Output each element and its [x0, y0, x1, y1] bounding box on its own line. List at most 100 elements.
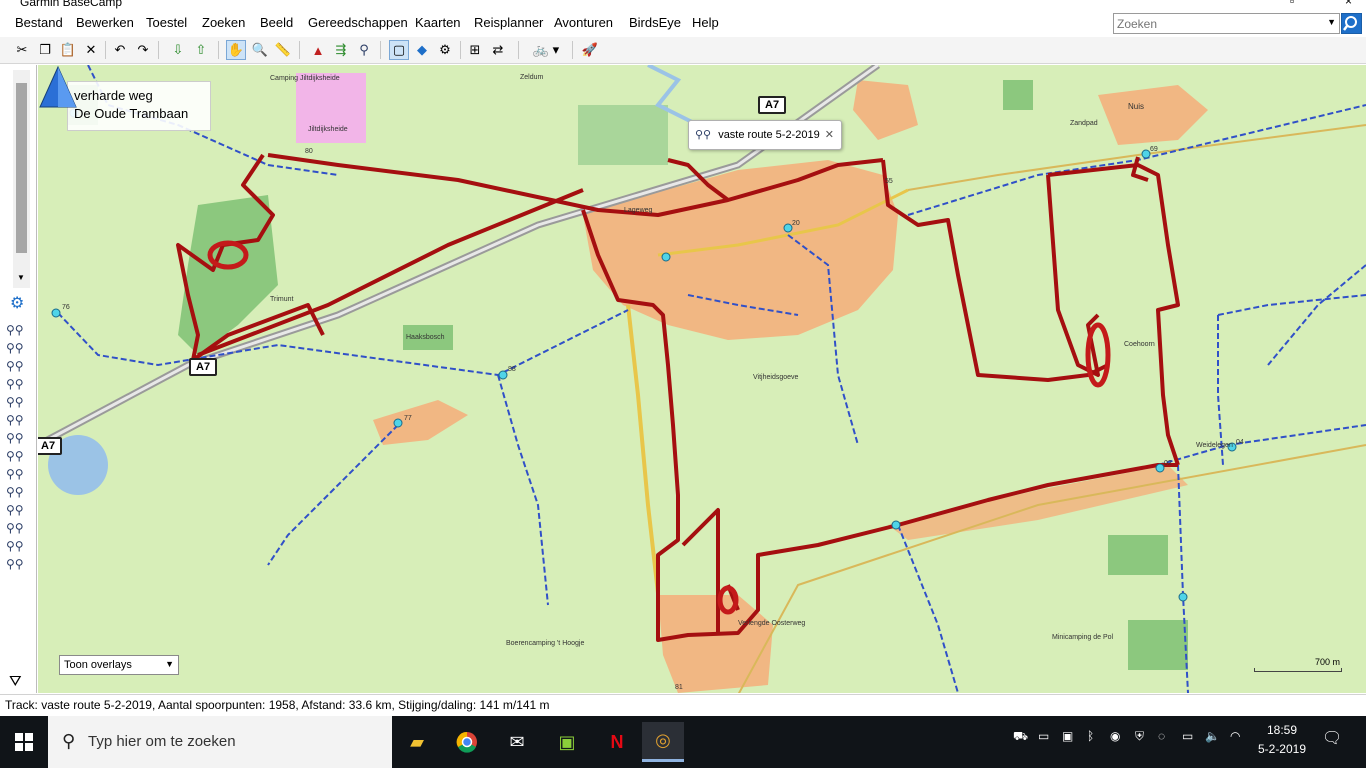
chevron-down-icon[interactable]: ▼: [165, 659, 174, 669]
menu-zoeken[interactable]: Zoeken: [202, 15, 245, 30]
measure-tool-icon[interactable]: 📏: [273, 40, 293, 60]
menu-reisplanner[interactable]: Reisplanner: [474, 15, 543, 30]
track-list-icon[interactable]: ⚲⚲: [6, 413, 28, 427]
track-list-icon[interactable]: ⚲⚲: [6, 431, 28, 445]
motorway-shield: A7: [189, 358, 218, 376]
motorway-shield: A7: [758, 96, 787, 114]
maximize-button[interactable]: ▫: [1290, 0, 1294, 8]
track-list-icon[interactable]: ⚲⚲: [6, 557, 28, 571]
map-label: Jiltdijksheide: [308, 126, 348, 133]
redo-icon[interactable]: ↷: [133, 40, 153, 60]
track-list-icon[interactable]: ⚲⚲: [6, 539, 28, 553]
chevron-down-icon[interactable]: ▼: [1327, 17, 1336, 27]
new-waypoint-icon[interactable]: ▲: [308, 40, 328, 60]
search-icon: ⚲: [62, 731, 76, 751]
map-label: 55: [885, 178, 893, 185]
search-box[interactable]: ▼: [1113, 13, 1340, 34]
tray-icon[interactable]: ◉: [1110, 729, 1120, 743]
map-label: 02: [1164, 460, 1172, 467]
delete-icon[interactable]: ✕: [81, 40, 101, 60]
menu-toestel[interactable]: Toestel: [146, 15, 187, 30]
main-road: [626, 304, 660, 594]
search-button[interactable]: [1341, 13, 1362, 34]
mail-icon[interactable]: ✉: [496, 722, 538, 762]
activity-profile-select[interactable]: 🚲 ▾: [527, 40, 565, 60]
receive-from-device-icon[interactable]: ⇩: [168, 40, 188, 60]
track-list-icon[interactable]: ⚲⚲: [6, 449, 28, 463]
track-list-icon[interactable]: ⚲⚲: [6, 503, 28, 517]
notification-icon[interactable]: 🗨: [1322, 728, 1342, 748]
paste-icon[interactable]: 📋: [58, 40, 78, 60]
hand-tool-icon[interactable]: ✋: [226, 40, 246, 60]
close-icon[interactable]: ✕: [825, 128, 834, 141]
map-view[interactable]: Camping Jiltdijksheide Jiltdijksheide Ze…: [38, 65, 1366, 693]
zoom-tool-icon[interactable]: 🔍: [250, 40, 270, 60]
menu-bestand[interactable]: Bestand: [15, 15, 63, 30]
wifi-icon[interactable]: ◠: [1230, 729, 1240, 743]
taskbar-clock[interactable]: 18:59 5-2-2019: [1252, 721, 1312, 759]
builtup-area: [853, 80, 918, 140]
map-canvas[interactable]: Camping Jiltdijksheide Jiltdijksheide Ze…: [38, 65, 1366, 693]
tray-icon[interactable]: ◌: [1158, 729, 1165, 743]
map-label: Lageweg: [624, 207, 653, 214]
menu-kaarten[interactable]: Kaarten: [415, 15, 461, 30]
overlays-dropdown[interactable]: Toon overlays ▼: [59, 655, 179, 675]
track-list-icon[interactable]: ⚲⚲: [6, 467, 28, 481]
volume-icon[interactable]: 🔈: [1205, 729, 1220, 743]
netflix-icon[interactable]: N: [596, 722, 638, 762]
new-route-icon[interactable]: ⇶: [331, 40, 351, 60]
basecamp-icon[interactable]: ◎: [642, 722, 684, 762]
filter-icon[interactable]: ⛛: [9, 673, 22, 690]
garmin-express-icon[interactable]: ▣: [546, 722, 588, 762]
chrome-icon[interactable]: [446, 722, 488, 762]
scroll-down-icon[interactable]: ▼: [17, 273, 25, 282]
north-arrow-icon[interactable]: [38, 65, 78, 109]
gear-icon[interactable]: ⚙: [10, 293, 24, 313]
menu-beeld[interactable]: Beeld: [260, 15, 293, 30]
taskbar-search[interactable]: ⚲ Typ hier om te zoeken: [48, 716, 392, 768]
split-view-icon[interactable]: ⇄: [488, 40, 508, 60]
search-input[interactable]: [1114, 14, 1314, 33]
road-type-label: verharde weg: [74, 88, 153, 103]
send-to-device-icon[interactable]: ⇧: [191, 40, 211, 60]
menu-gereedschappen[interactable]: Gereedschappen: [308, 15, 408, 30]
track-list-icon[interactable]: ⚲⚲: [6, 359, 28, 373]
start-button[interactable]: [0, 716, 48, 768]
network-drive-icon[interactable]: ⛟: [1013, 729, 1028, 745]
bluetooth-icon[interactable]: ᛒ: [1087, 729, 1094, 743]
forest: [578, 105, 668, 165]
security-icon[interactable]: ⛨: [1135, 729, 1144, 744]
tray-icon[interactable]: ▣: [1062, 729, 1073, 743]
file-explorer-icon[interactable]: ▰: [396, 722, 438, 762]
new-track-icon[interactable]: ⚲: [354, 40, 374, 60]
map-label: 20: [792, 220, 800, 227]
menu-help[interactable]: Help: [692, 15, 719, 30]
menu-bewerken[interactable]: Bewerken: [76, 15, 134, 30]
battery-icon[interactable]: ▭: [1182, 729, 1193, 743]
track-list-icon[interactable]: ⚲⚲: [6, 377, 28, 391]
menu-avonturen[interactable]: Avonturen: [554, 15, 613, 30]
adventure-icon[interactable]: 🚀: [580, 40, 600, 60]
fit-view-icon[interactable]: ⊞: [465, 40, 485, 60]
close-window-button[interactable]: ×: [1345, 0, 1352, 8]
cut-icon[interactable]: ✂: [12, 40, 32, 60]
track-list-icon[interactable]: ⚲⚲: [6, 521, 28, 535]
3d-view-icon[interactable]: ◆: [412, 40, 432, 60]
track-tooltip[interactable]: ⚲⚲ vaste route 5-2-2019 ✕: [688, 120, 842, 150]
map-label: Nuis: [1128, 102, 1144, 111]
track-list-icon[interactable]: ⚲⚲: [6, 341, 28, 355]
motorway-shield: A7: [38, 437, 63, 455]
copy-icon[interactable]: ❐: [35, 40, 55, 60]
track-list-icon[interactable]: ⚲⚲: [6, 485, 28, 499]
track-list-icon[interactable]: ⚲⚲: [6, 323, 28, 337]
undo-icon[interactable]: ↶: [110, 40, 130, 60]
tray-icon[interactable]: ▭: [1038, 729, 1049, 743]
scrollbar-thumb[interactable]: [16, 83, 27, 253]
map-settings-icon[interactable]: ⚙: [435, 40, 455, 60]
menu-birdseye[interactable]: BirdsEye: [629, 15, 681, 30]
map-label: Camping Jiltdijksheide: [270, 75, 340, 82]
track-list-icon[interactable]: ⚲⚲: [6, 395, 28, 409]
map-label: Minicamping de Pol: [1052, 634, 1114, 641]
2d-view-icon[interactable]: ▢: [389, 40, 409, 60]
library-panel: ▲ ▼ ⚙ ⚲⚲ ⚲⚲ ⚲⚲ ⚲⚲ ⚲⚲ ⚲⚲ ⚲⚲ ⚲⚲ ⚲⚲ ⚲⚲ ⚲⚲ ⚲…: [0, 65, 37, 693]
